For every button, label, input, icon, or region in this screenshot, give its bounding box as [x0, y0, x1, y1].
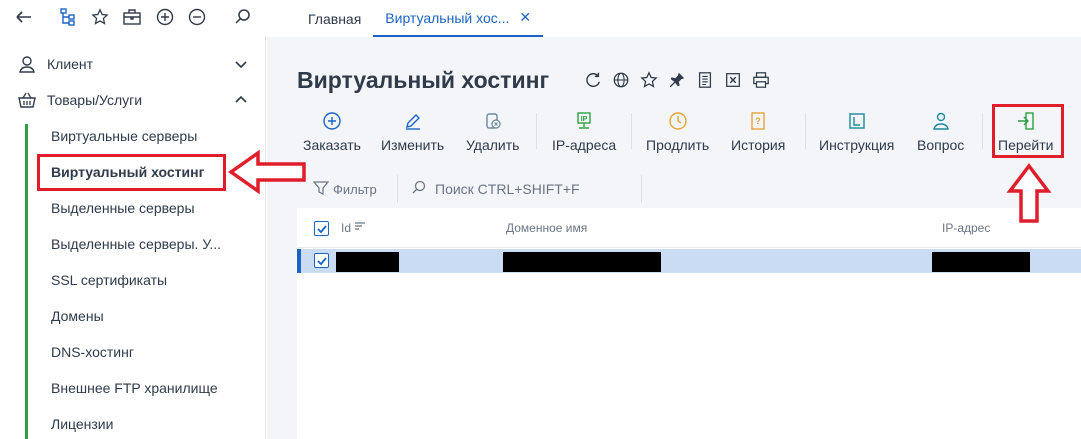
- basket-icon: [17, 90, 37, 110]
- order-button-label: Заказать: [303, 137, 361, 153]
- page-title: Виртуальный хостинг: [297, 67, 550, 93]
- sidebar-tree-line: [25, 124, 28, 439]
- zoom-in-icon[interactable]: [155, 7, 175, 27]
- toolbar-divider: [536, 113, 537, 149]
- close-icon[interactable]: ✕: [519, 9, 531, 26]
- plus-circle-icon: [322, 111, 342, 131]
- sidebar-item-licenses[interactable]: Лицензии: [51, 416, 113, 432]
- tab-home[interactable]: Главная: [296, 0, 373, 37]
- table-header: Id Доменное имя IP-адрес: [297, 208, 1081, 248]
- tab-virtual-hosting[interactable]: Виртуальный хос... ✕: [373, 0, 544, 37]
- annotation-arrow-up-icon: [1006, 163, 1052, 223]
- search-icon[interactable]: [233, 7, 253, 27]
- redacted-ip: [932, 252, 1030, 272]
- search-icon: [411, 179, 427, 198]
- renew-button-label: Продлить: [646, 137, 710, 153]
- sort-icon[interactable]: [354, 221, 366, 235]
- redacted-id: [336, 252, 399, 272]
- data-table: Id Доменное имя IP-адрес: [297, 208, 1081, 439]
- sidebar-group-products[interactable]: Товары/Услуги: [0, 83, 266, 117]
- history-button-label: История: [731, 137, 786, 153]
- user-icon: [17, 54, 37, 74]
- instruction-button-label: Инструкция: [819, 137, 895, 153]
- sidebar-item-dedicated-servers-u[interactable]: Выделенные серверы. У...: [51, 236, 221, 252]
- edit-button[interactable]: Изменить: [381, 109, 444, 157]
- document-icon[interactable]: [695, 70, 715, 90]
- tab-home-label: Главная: [308, 10, 362, 27]
- table-row[interactable]: [297, 249, 1081, 273]
- redacted-domain: [503, 252, 661, 272]
- title-actions: [583, 70, 771, 90]
- history-button[interactable]: ? История: [731, 109, 785, 157]
- ip-addresses-button[interactable]: IP IP-адреса: [552, 109, 616, 157]
- toolbar-divider: [982, 113, 983, 149]
- column-header-ip[interactable]: IP-адрес: [942, 221, 990, 235]
- instruction-button[interactable]: Инструкция: [819, 109, 894, 157]
- pin-icon[interactable]: [667, 70, 687, 90]
- delete-icon: [483, 111, 503, 131]
- globe-icon[interactable]: [611, 70, 631, 90]
- top-bar: Главная Виртуальный хос... ✕: [0, 0, 1081, 37]
- sitemap-icon[interactable]: [58, 7, 78, 27]
- filter-divider: [397, 175, 398, 203]
- question-button-label: Вопрос: [917, 137, 965, 153]
- main-content: Виртуальный хостинг Заказать Изменить Уд…: [267, 37, 1081, 439]
- toolbar-divider: [805, 113, 806, 149]
- search-box[interactable]: [411, 179, 635, 198]
- filter-divider: [641, 175, 642, 203]
- funnel-icon: [312, 180, 330, 199]
- highlight-box-goto: [992, 104, 1064, 158]
- search-input[interactable]: [435, 180, 635, 197]
- instruction-icon: [847, 111, 867, 131]
- zoom-out-icon[interactable]: [187, 7, 207, 27]
- history-icon: ?: [748, 111, 768, 131]
- pencil-icon: [403, 111, 423, 131]
- column-header-label: Id: [341, 221, 352, 235]
- back-arrow-icon[interactable]: [14, 7, 34, 27]
- delete-button[interactable]: Удалить: [466, 109, 519, 157]
- question-button[interactable]: Вопрос: [917, 109, 964, 157]
- top-bar-tools: [0, 0, 266, 37]
- tab-bar: Главная Виртуальный хос... ✕: [296, 0, 544, 37]
- refresh-icon[interactable]: [583, 70, 603, 90]
- sidebar-group-label: Товары/Услуги: [47, 92, 143, 108]
- sidebar-item-dedicated-servers[interactable]: Выделенные серверы: [51, 200, 195, 216]
- sidebar-group-client[interactable]: Клиент: [0, 47, 266, 81]
- sidebar-item-virtual-servers[interactable]: Виртуальные серверы: [51, 128, 197, 144]
- briefcase-icon[interactable]: [122, 7, 142, 27]
- sidebar: Клиент Товары/Услуги Виртуальные серверы…: [0, 37, 266, 439]
- column-header-id[interactable]: Id: [341, 221, 366, 235]
- filter-button[interactable]: Фильтр: [312, 180, 377, 199]
- clock-icon: [668, 111, 688, 131]
- chevron-up-icon[interactable]: [234, 93, 248, 107]
- svg-text:IP: IP: [581, 116, 588, 123]
- filter-bar: Фильтр: [297, 173, 1081, 205]
- select-all-checkbox[interactable]: [314, 221, 329, 236]
- question-user-icon: [931, 111, 951, 131]
- tab-virtual-hosting-label: Виртуальный хос...: [385, 9, 510, 26]
- order-button[interactable]: Заказать: [303, 109, 361, 157]
- star-icon[interactable]: [639, 70, 659, 90]
- sidebar-item-ssl[interactable]: SSL сертификаты: [51, 272, 167, 288]
- highlight-box-sidebar: [37, 154, 226, 191]
- ip-addresses-button-label: IP-адреса: [552, 137, 617, 153]
- edit-button-label: Изменить: [381, 137, 445, 153]
- chevron-down-icon[interactable]: [234, 57, 248, 71]
- sidebar-item-dns-hosting[interactable]: DNS-хостинг: [51, 344, 134, 360]
- toolbar-divider: [631, 113, 632, 149]
- star-icon[interactable]: [90, 7, 110, 27]
- sidebar-item-ftp-storage[interactable]: Внешнее FTP хранилище: [51, 380, 218, 396]
- ip-icon: IP: [574, 111, 594, 131]
- print-icon[interactable]: [751, 70, 771, 90]
- sidebar-item-domains[interactable]: Домены: [51, 308, 104, 324]
- export-excel-icon[interactable]: [723, 70, 743, 90]
- delete-button-label: Удалить: [466, 137, 520, 153]
- column-header-domain[interactable]: Доменное имя: [506, 221, 587, 235]
- renew-button[interactable]: Продлить: [646, 109, 709, 157]
- sidebar-group-label: Клиент: [47, 56, 94, 72]
- svg-text:?: ?: [755, 116, 761, 126]
- annotation-arrow-left-icon: [228, 149, 306, 195]
- row-checkbox[interactable]: [314, 253, 329, 268]
- filter-button-label: Фильтр: [333, 182, 377, 197]
